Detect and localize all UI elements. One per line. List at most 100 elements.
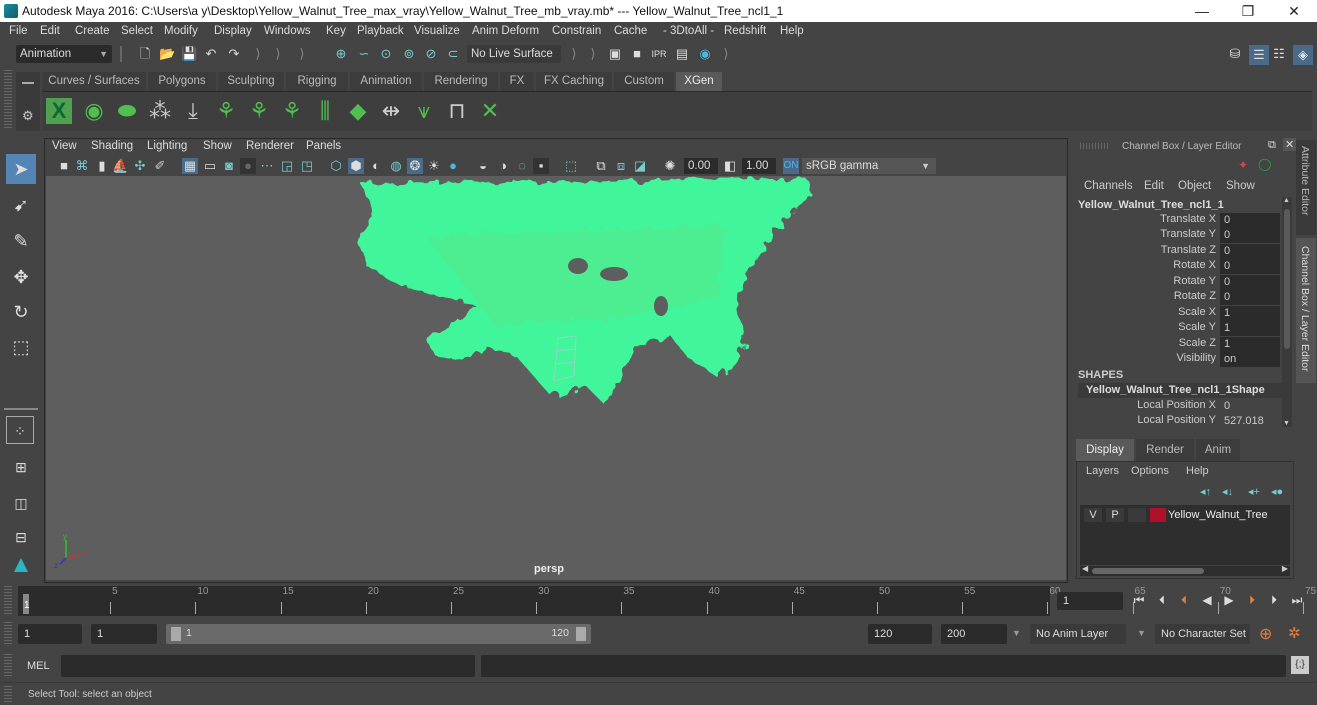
menu-playback[interactable]: Playback xyxy=(357,25,404,37)
menu-visualize[interactable]: Visualize xyxy=(414,25,460,37)
color-space-dropdown[interactable]: sRGB gamma ▼ xyxy=(802,158,936,174)
animation-preferences-icon[interactable]: ✲ xyxy=(1288,624,1301,642)
collapse-arrow-icon[interactable]: ⟩ xyxy=(566,46,582,62)
step-forward-frame-icon[interactable]: ⏵ xyxy=(1267,593,1281,607)
menu-modify[interactable]: Modify xyxy=(164,25,198,37)
channel-value[interactable]: on xyxy=(1220,352,1280,367)
anti-aliasing-icon[interactable]: ◑ xyxy=(495,158,511,174)
viewport-menu-lighting[interactable]: Lighting xyxy=(147,140,187,152)
xray-active-icon[interactable]: ⧈ xyxy=(613,158,629,174)
collapse-arrow-icon[interactable]: ⟩ xyxy=(585,46,601,62)
menu-anim-deform[interactable]: Anim Deform xyxy=(472,25,539,37)
new-layer-icon[interactable]: ◂+ xyxy=(1248,485,1260,498)
drag-handle[interactable] xyxy=(4,622,12,644)
menu-edit[interactable]: Edit xyxy=(40,25,60,37)
wireframe-icon[interactable]: ⬡ xyxy=(328,158,344,174)
undo-icon[interactable]: ↶ xyxy=(203,46,219,62)
textured-icon[interactable]: ◍ xyxy=(388,158,404,174)
channel-value[interactable]: 527.018 xyxy=(1220,414,1280,429)
shelf-tab-custom[interactable]: Custom xyxy=(614,72,674,91)
attribute-editor-toggle-icon[interactable]: ☰ xyxy=(1249,45,1269,65)
live-surface-field[interactable]: No Live Surface xyxy=(467,45,561,63)
current-frame-field[interactable]: 1 xyxy=(1057,592,1123,610)
shelf-drag-handle[interactable] xyxy=(4,70,12,130)
rotate-tool-icon[interactable]: ↻ xyxy=(6,297,36,327)
render-settings-icon[interactable]: ▤ xyxy=(674,46,690,62)
step-back-frame-icon[interactable]: ⏴ xyxy=(1155,593,1169,607)
range-start-handle[interactable] xyxy=(171,627,181,641)
layer-name[interactable]: Yellow_Walnut_Tree xyxy=(1168,509,1268,521)
menu-create[interactable]: Create xyxy=(75,25,110,37)
channel-box-scrollbar[interactable]: ▲ ▼ xyxy=(1282,197,1292,427)
menu-windows[interactable]: Windows xyxy=(264,25,311,37)
move-tool-icon[interactable]: ✥ xyxy=(6,262,36,292)
layer-tab-render[interactable]: Render xyxy=(1136,439,1194,461)
channel-local-position-x[interactable]: Local Position X 0 xyxy=(1074,399,1286,414)
channel-value[interactable]: 0 xyxy=(1220,399,1280,414)
xray-joints-icon[interactable]: ⧉ xyxy=(593,158,609,174)
snap-surface-icon[interactable]: ⊂ xyxy=(445,46,461,62)
snap-point-icon[interactable]: ⊙ xyxy=(378,46,394,62)
hypershade-icon[interactable]: ◉ xyxy=(697,46,713,62)
end-time-field[interactable]: 200 xyxy=(941,624,1007,644)
single-pane-layout-icon[interactable]: ⁘ xyxy=(6,416,34,444)
close-panel-icon[interactable]: ✕ xyxy=(1283,138,1297,151)
menu-redshift[interactable]: Redshift xyxy=(724,25,766,37)
scroll-down-icon[interactable]: ▼ xyxy=(1283,420,1290,427)
snap-live-icon[interactable]: ⊘ xyxy=(423,46,439,62)
place-guides-icon[interactable]: ⤓ xyxy=(178,96,208,126)
close-button[interactable]: ✕ xyxy=(1271,0,1317,22)
chevron-down-icon[interactable]: ▼ xyxy=(1012,628,1021,638)
panel-drag-handle[interactable] xyxy=(1080,143,1110,149)
preview-visible-icon[interactable]: ◉ xyxy=(79,96,109,126)
resolution-gate-icon[interactable]: ◙ xyxy=(221,158,237,174)
shelf-tab-rendering[interactable]: Rendering xyxy=(424,72,498,91)
channel-value[interactable]: 0 xyxy=(1220,213,1280,228)
manipulator-icon[interactable]: ◯ xyxy=(1258,157,1271,171)
restore-button[interactable]: ❐ xyxy=(1225,0,1271,22)
fan-guides-icon[interactable]: ⊓ xyxy=(442,96,472,126)
select-guides-icon[interactable]: ⚘ xyxy=(244,96,274,126)
motion-blur-icon[interactable]: ◒ xyxy=(475,158,491,174)
gamma-field[interactable]: 1.00 xyxy=(742,158,776,174)
float-panel-icon[interactable]: ⧉ xyxy=(1268,139,1276,152)
menu-file[interactable]: File xyxy=(9,25,28,37)
character-set-dropdown[interactable]: No Character Set xyxy=(1155,624,1250,644)
add-primitives-icon[interactable]: ⁂ xyxy=(145,96,175,126)
exposure-icon[interactable]: ✺ xyxy=(662,158,678,174)
grease-pencil-icon[interactable]: ✐ xyxy=(152,158,168,174)
start-time-field[interactable]: 1 xyxy=(18,624,82,644)
paint-select-tool-icon[interactable]: ✎ xyxy=(6,226,36,256)
safe-action-icon[interactable]: ◲ xyxy=(279,158,295,174)
outliner-persp-layout-icon[interactable]: ◫ xyxy=(6,488,36,518)
shelf-menu-icon[interactable] xyxy=(22,82,34,84)
channel-visibility[interactable]: Visibility on xyxy=(1074,352,1286,367)
lasso-tool-icon[interactable]: ➹ xyxy=(6,190,36,220)
layer-visibility-toggle[interactable]: V xyxy=(1084,508,1102,522)
script-editor-icon[interactable]: {;} xyxy=(1291,656,1309,674)
collapse-arrow-icon[interactable]: ⟩ xyxy=(294,46,310,62)
channel-value[interactable]: 1 xyxy=(1220,321,1280,336)
shelf-tab-animation[interactable]: Animation xyxy=(350,72,422,91)
channel-rotate-z[interactable]: Rotate Z 0 xyxy=(1074,290,1286,305)
menu-cache[interactable]: Cache xyxy=(614,25,647,37)
snap-grid-icon[interactable]: ⊕ xyxy=(333,46,349,62)
exposure-field[interactable]: 0.00 xyxy=(684,158,718,174)
auto-key-icon[interactable]: ⊕ xyxy=(1259,624,1272,644)
layer-tab-display[interactable]: Display xyxy=(1076,439,1134,461)
drag-handle[interactable] xyxy=(4,586,12,614)
play-forwards-icon[interactable]: ▶ xyxy=(1222,593,1236,607)
shape-row[interactable]: Yellow_Walnut_Tree_ncl1_1Shape xyxy=(1078,383,1282,398)
time-slider[interactable] xyxy=(18,586,1050,616)
select-tool-icon[interactable]: ➤ xyxy=(6,154,36,184)
preview-hide-icon[interactable]: ⬬ xyxy=(112,96,142,126)
use-all-lights-icon[interactable]: ❂ xyxy=(407,158,423,174)
field-chart-icon[interactable]: ⋯ xyxy=(259,158,275,174)
screen-space-ao-icon[interactable]: ● xyxy=(445,158,461,174)
step-back-key-icon[interactable]: ⏴ xyxy=(1177,593,1191,607)
viewport-menu-panels[interactable]: Panels xyxy=(306,140,341,152)
layer-row[interactable]: V P Yellow_Walnut_Tree xyxy=(1080,505,1290,525)
menu-constrain[interactable]: Constrain xyxy=(552,25,601,37)
ipr-render-icon[interactable]: IPR xyxy=(651,46,667,62)
image-plane-icon[interactable]: ⛵ xyxy=(112,158,128,174)
